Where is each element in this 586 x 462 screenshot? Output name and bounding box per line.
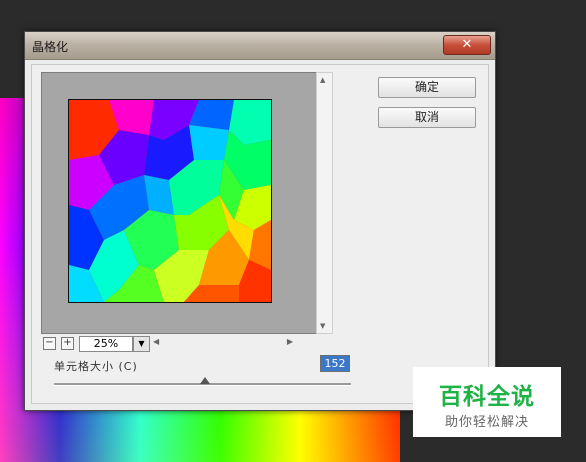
chevron-down-icon: ▼	[138, 339, 145, 348]
scroll-left-icon[interactable]: ◀	[153, 337, 159, 346]
preview-horizontal-scrollbar[interactable]: ◀ ▶	[153, 336, 293, 350]
preview-area[interactable]	[41, 72, 317, 334]
crystallize-dialog: 晶格化 ✕ ▲ ▼ − + 25% ▼ ◀ ▶ 确定 取消 单元格大小 (C) …	[24, 31, 496, 411]
cell-size-input[interactable]: 152	[320, 355, 350, 372]
cell-size-label: 单元格大小 (C)	[54, 360, 138, 373]
watermark-subtitle: 助你轻松解决	[444, 415, 529, 430]
zoom-out-button[interactable]: −	[43, 337, 56, 350]
scroll-up-icon[interactable]: ▲	[320, 76, 325, 84]
scroll-right-icon[interactable]: ▶	[287, 337, 293, 346]
preview-vertical-scrollbar[interactable]: ▲ ▼	[316, 72, 333, 334]
zoom-level-field[interactable]: 25%	[79, 336, 133, 352]
zoom-controls: − + 25% ▼ ◀ ▶	[41, 335, 331, 353]
watermark-title: 百科全说	[439, 384, 535, 410]
close-icon: ✕	[461, 37, 473, 52]
cancel-button[interactable]: 取消	[378, 107, 476, 128]
dialog-body: ▲ ▼ − + 25% ▼ ◀ ▶ 确定 取消 单元格大小 (C) 152	[31, 64, 489, 404]
watermark-logo: 百科全说 助你轻松解决	[413, 367, 561, 437]
zoom-dropdown-button[interactable]: ▼	[133, 336, 150, 352]
ok-button[interactable]: 确定	[378, 77, 476, 98]
scroll-down-icon[interactable]: ▼	[320, 322, 325, 330]
close-button[interactable]: ✕	[443, 35, 491, 55]
zoom-in-button[interactable]: +	[61, 337, 74, 350]
dialog-title: 晶格化	[32, 40, 69, 54]
cell-size-slider-thumb[interactable]	[200, 377, 211, 384]
dialog-titlebar[interactable]: 晶格化 ✕	[25, 32, 495, 60]
filter-preview-image	[68, 99, 272, 303]
